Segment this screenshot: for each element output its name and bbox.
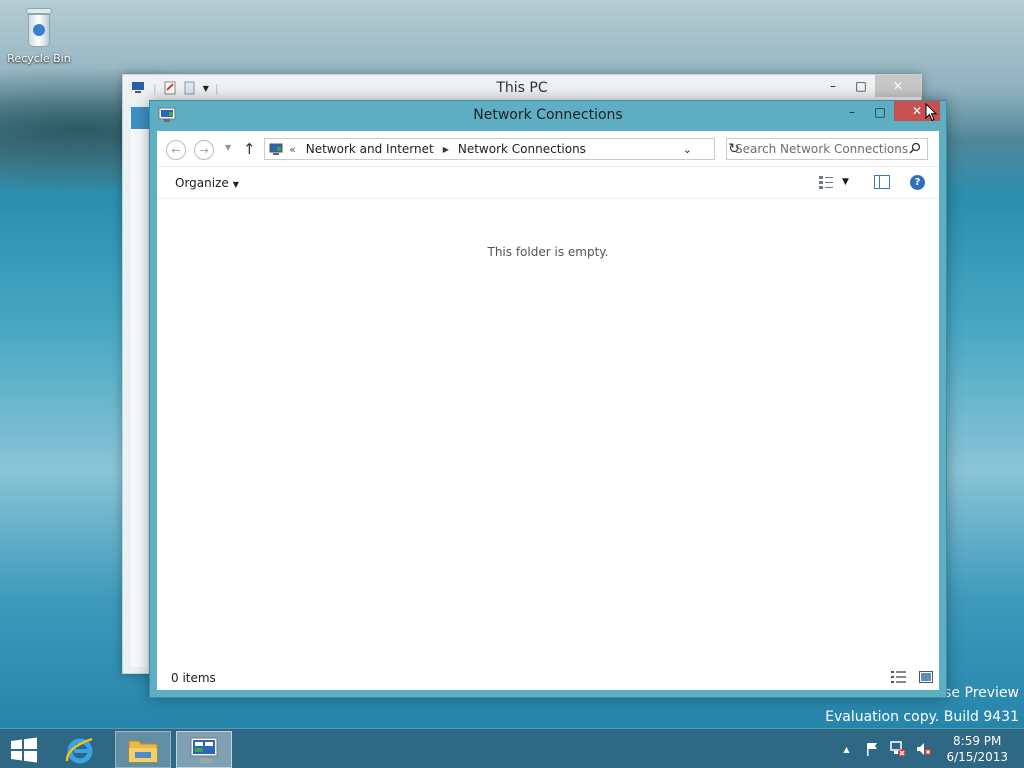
address-bar[interactable]: « Network and Internet ▶ Network Connect… [264, 138, 740, 160]
forward-button[interactable]: → [194, 140, 214, 160]
address-overflow-button[interactable]: « [289, 143, 296, 156]
up-button[interactable]: ↑ [243, 140, 256, 158]
search-input[interactable]: Search Network Connections [735, 142, 908, 156]
status-bar: 0 items [157, 666, 939, 690]
item-count: 0 items [171, 671, 216, 685]
address-dropdown-icon[interactable]: ⌄ [683, 143, 692, 156]
recent-locations-button[interactable]: ▼ [225, 143, 231, 152]
volume-muted-icon[interactable] [914, 741, 934, 757]
watermark-edition: ise Preview [940, 685, 1019, 701]
organize-dropdown-icon: ▼ [232, 180, 239, 189]
recycle-bin-label: Recycle Bin [7, 52, 71, 65]
explorer-body: ← → ▼ ↑ « Network and Internet ▶ Network… [157, 131, 939, 690]
this-pc-navigation-pane[interactable] [131, 107, 149, 667]
change-view-control[interactable]: ▼ [818, 175, 849, 189]
taskbar-file-explorer[interactable] [115, 731, 171, 768]
preview-pane-icon[interactable] [874, 175, 890, 189]
organize-label: Organize [175, 176, 229, 190]
windows-start-icon[interactable] [10, 737, 38, 763]
empty-folder-message: This folder is empty. [487, 245, 609, 259]
this-pc-title-bar[interactable]: | ▼ | This PC – □ ✕ [123, 75, 921, 103]
taskbar-internet-explorer[interactable] [52, 731, 108, 768]
taskbar: ▲ 8:59 PM 6/15/2013 [0, 728, 1024, 768]
organize-menu-button[interactable]: Organize ▼ [175, 176, 239, 190]
taskbar-clock[interactable]: 8:59 PM 6/15/2013 [946, 733, 1008, 765]
change-view-icon[interactable] [818, 175, 834, 189]
this-pc-caption-buttons: – □ ✕ [819, 75, 921, 97]
mouse-cursor [925, 103, 937, 122]
help-icon[interactable]: ? [910, 175, 925, 190]
search-box[interactable]: Search Network Connections [726, 138, 928, 160]
this-pc-maximize-button[interactable]: □ [847, 75, 875, 97]
change-view-dropdown-icon[interactable]: ▼ [842, 177, 849, 187]
clock-date: 6/15/2013 [946, 750, 1008, 764]
title-bar[interactable]: Network Connections – □ ✕ [150, 101, 946, 131]
internet-explorer-icon [65, 737, 93, 763]
window-title: Network Connections [473, 107, 623, 123]
network-connections-window[interactable]: Network Connections – □ ✕ ← → ▼ ↑ « Netw… [149, 100, 947, 698]
address-location-icon [269, 143, 283, 155]
maximize-button[interactable]: □ [866, 101, 894, 123]
breadcrumb-separator-icon[interactable]: ▶ [443, 145, 449, 154]
taskbar-network-connections[interactable] [176, 731, 232, 768]
back-button[interactable]: ← [166, 140, 186, 160]
minimize-button[interactable]: – [838, 101, 866, 123]
this-pc-title: This PC [496, 80, 548, 96]
navigation-bar: ← → ▼ ↑ « Network and Internet ▶ Network… [157, 131, 939, 167]
search-icon[interactable] [909, 142, 921, 154]
clock-time: 8:59 PM [953, 734, 1002, 748]
watermark-build: Evaluation copy. Build 9431 [825, 709, 1019, 725]
network-status-icon[interactable] [888, 741, 908, 757]
file-explorer-icon [128, 740, 158, 762]
show-hidden-icons-button[interactable]: ▲ [836, 741, 856, 757]
network-connections-taskbar-icon [190, 737, 218, 764]
breadcrumb-network-and-internet[interactable]: Network and Internet [306, 142, 434, 156]
recycle-bin-shortcut[interactable]: Recycle Bin [6, 6, 72, 65]
recycle-bin-icon [23, 6, 55, 50]
notification-area: ▲ 8:59 PM 6/15/2013 [836, 729, 1024, 768]
large-icons-view-icon[interactable] [919, 671, 933, 683]
this-pc-ribbon-file-tab[interactable] [131, 107, 149, 129]
status-bar-view-buttons [891, 671, 933, 683]
this-pc-close-button[interactable]: ✕ [875, 75, 921, 97]
action-center-flag-icon[interactable] [862, 741, 882, 757]
this-pc-minimize-button[interactable]: – [819, 75, 847, 97]
command-bar: Organize ▼ ▼ ? [157, 167, 939, 199]
breadcrumb-network-connections[interactable]: Network Connections [458, 142, 586, 156]
details-view-icon[interactable] [891, 671, 907, 683]
